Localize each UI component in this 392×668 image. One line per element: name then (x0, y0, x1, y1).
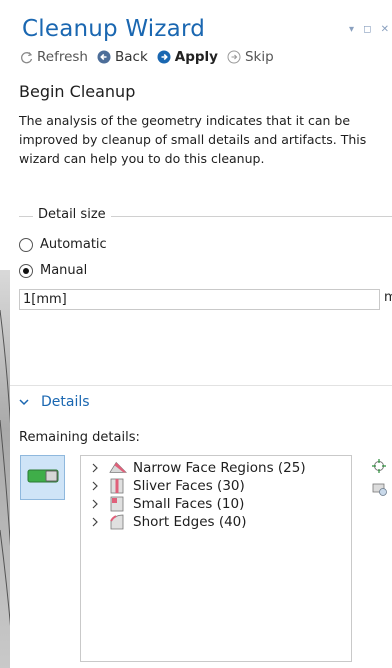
tree-item-sliver-faces[interactable]: Sliver Faces (30) (81, 477, 245, 495)
window-controls[interactable]: ▾ ◻ ✕ (349, 24, 392, 35)
sliver-face-icon (109, 478, 127, 494)
detail-size-label: Detail size (33, 207, 111, 222)
tree-item-label: Sliver Faces (30) (133, 478, 245, 494)
skip-icon (227, 50, 241, 64)
detail-size-input[interactable]: 1[mm] (19, 289, 380, 310)
cleanup-wizard-panel: Cleanup Wizard ▾ ◻ ✕ Refresh Back Apply … (10, 0, 392, 668)
radio-manual-label: Manual (40, 263, 88, 278)
chevron-down-icon (19, 398, 29, 406)
back-arrow-icon (97, 50, 111, 64)
expand-arrow-icon[interactable] (87, 463, 103, 473)
apply-label: Apply (174, 49, 218, 65)
narrow-face-icon (109, 460, 127, 476)
details-tree: Narrow Face Regions (25) Sliver Faces (3… (80, 455, 352, 662)
geometry-settings-icon[interactable] (372, 481, 388, 501)
tree-item-label: Short Edges (40) (133, 514, 247, 530)
tree-item-label: Narrow Face Regions (25) (133, 460, 306, 476)
section-separator (10, 385, 392, 386)
short-edge-icon (109, 514, 127, 530)
toolbar: Refresh Back Apply Skip (20, 49, 283, 65)
panel-title: Cleanup Wizard (22, 16, 206, 42)
radio-button[interactable] (19, 237, 33, 252)
radio-automatic[interactable]: Automatic (19, 237, 107, 252)
details-section-toggle[interactable]: Details (19, 394, 90, 410)
radio-automatic-label: Automatic (40, 237, 107, 252)
zoom-to-selection-icon[interactable] (372, 458, 388, 477)
radio-button-selected[interactable] (19, 263, 33, 278)
expand-arrow-icon[interactable] (87, 517, 103, 527)
tree-item-narrow-face-regions[interactable]: Narrow Face Regions (25) (81, 459, 306, 477)
radio-manual[interactable]: Manual (19, 263, 87, 278)
expand-arrow-icon[interactable] (87, 499, 103, 509)
back-label: Back (114, 49, 148, 65)
back-button[interactable]: Back (97, 49, 148, 65)
toggle-switch-icon (27, 468, 59, 488)
refresh-label: Refresh (37, 49, 88, 65)
section-heading: Begin Cleanup (19, 82, 136, 101)
refresh-icon (20, 51, 33, 64)
skip-label: Skip (244, 49, 274, 65)
tree-item-label: Small Faces (10) (133, 496, 245, 512)
tree-item-short-edges[interactable]: Short Edges (40) (81, 513, 247, 531)
side-toolbar (372, 458, 388, 505)
description-text: The analysis of the geometry indicates t… (19, 113, 367, 166)
skip-button[interactable]: Skip (227, 49, 274, 65)
expand-arrow-icon[interactable] (87, 481, 103, 491)
remaining-details-label: Remaining details: (19, 430, 140, 445)
refresh-button[interactable]: Refresh (20, 49, 88, 65)
apply-arrow-icon (157, 50, 171, 64)
toggle-details-button[interactable] (20, 455, 65, 500)
apply-button[interactable]: Apply (157, 49, 218, 65)
small-face-icon (109, 496, 127, 512)
unit-label: m (384, 290, 392, 305)
tree-item-small-faces[interactable]: Small Faces (10) (81, 495, 244, 513)
details-header-label: Details (41, 394, 90, 410)
